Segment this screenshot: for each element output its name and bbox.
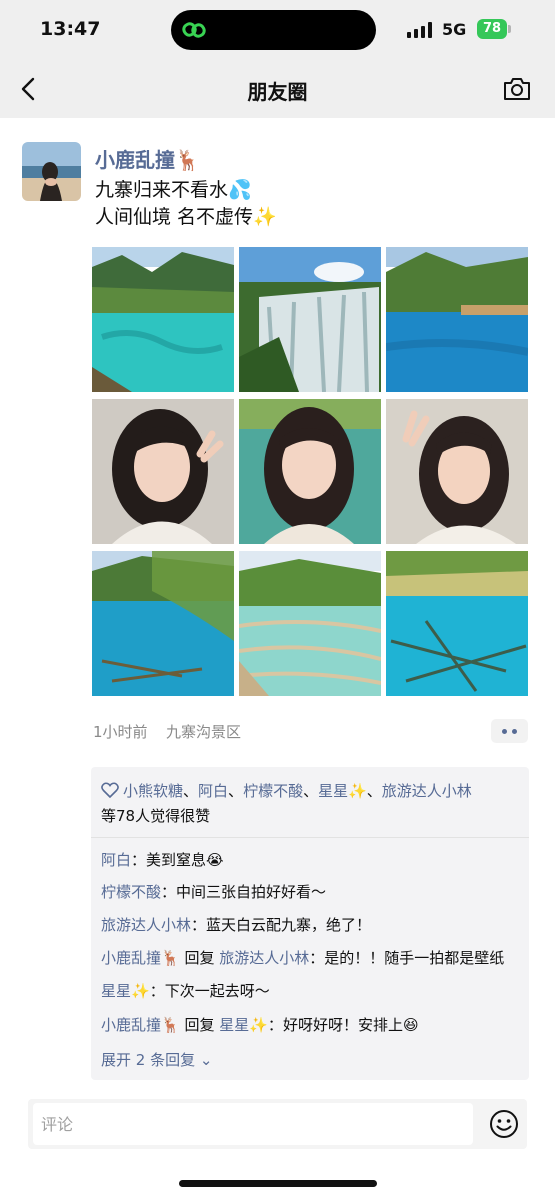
comment-text: 美到窒息😭	[146, 851, 224, 869]
comment-text: 是的！！随手一拍都是壁纸	[324, 949, 505, 967]
photo-grid	[92, 247, 528, 697]
comment[interactable]: 柠檬不酸：中间三张自拍好好看～	[101, 881, 526, 902]
comment-reply[interactable]: 小鹿乱撞🦌 回复 旅游达人小林：是的！！随手一拍都是壁纸	[101, 947, 526, 968]
comment-input[interactable]	[33, 1103, 473, 1145]
photo-lake[interactable]	[386, 551, 528, 696]
comment-sep: ：	[161, 883, 177, 901]
comment-text: 蓝天白云配九寨，绝了！	[206, 916, 372, 934]
post-time: 1小时前	[93, 723, 148, 741]
photo-selfie[interactable]	[92, 399, 234, 544]
heart-icon	[101, 782, 119, 798]
commenter-name[interactable]: 柠檬不酸	[101, 883, 161, 901]
liker-name[interactable]: 小熊软糖	[123, 782, 183, 800]
expand-replies-button[interactable]: 展开 2 条回复 ⌄	[101, 1049, 212, 1070]
like-separator: 、	[303, 782, 319, 800]
comment-reply[interactable]: 小鹿乱撞🦌 回复 星星✨：好呀好呀！安排上😆	[101, 1014, 526, 1035]
page-title: 朋友圈	[247, 80, 308, 104]
photo-lake[interactable]	[386, 247, 528, 392]
photo-lake[interactable]	[92, 247, 234, 392]
comment-text: 下次一起去呀～	[164, 982, 270, 1000]
interaction-panel: 小熊软糖、阿白、柠檬不酸、星星✨、旅游达人小林 等78人觉得很赞 阿白：美到窒息😭…	[91, 767, 529, 1080]
emoji-icon[interactable]	[488, 1108, 520, 1140]
post-line: 人间仙境 名不虚传✨	[95, 206, 277, 228]
battery-icon: 78	[477, 19, 507, 39]
reply-target-name[interactable]: 旅游达人小林	[219, 949, 309, 967]
commenter-name[interactable]: 小鹿乱撞🦌	[101, 1016, 180, 1034]
comment-sep: ：	[131, 851, 147, 869]
photo-selfie[interactable]	[239, 399, 381, 544]
network-label: 5G	[442, 20, 467, 39]
photo-lake[interactable]	[92, 551, 234, 696]
reply-word: 回复	[179, 1016, 220, 1034]
like-separator: 、	[366, 782, 382, 800]
commenter-name[interactable]: 旅游达人小林	[101, 916, 191, 934]
commenter-name[interactable]: 小鹿乱撞🦌	[101, 949, 180, 967]
reply-word: 回复	[179, 949, 220, 967]
battery-tip	[508, 25, 511, 33]
camera-icon[interactable]	[502, 75, 532, 103]
status-time: 13:47	[40, 18, 101, 40]
comment[interactable]: 星星✨：下次一起去呀～	[101, 980, 526, 1001]
comment[interactable]: 旅游达人小林：蓝天白云配九寨，绝了！	[101, 914, 526, 935]
home-indicator	[179, 1180, 377, 1187]
comment-sep: ：	[149, 982, 165, 1000]
comment[interactable]: 阿白：美到窒息😭	[101, 849, 526, 870]
liker-name[interactable]: 柠檬不酸	[243, 782, 303, 800]
signal-icon	[407, 22, 432, 38]
reply-target-name[interactable]: 星星✨	[219, 1016, 268, 1034]
avatar[interactable]	[22, 142, 81, 201]
photo-terraces[interactable]	[239, 551, 381, 696]
comment-bar	[28, 1099, 527, 1149]
dynamic-island	[171, 10, 376, 50]
liker-name[interactable]: 阿白	[198, 782, 228, 800]
post-text: 九寨归来不看水💦 人间仙境 名不虚传✨	[95, 177, 277, 231]
link-icon	[182, 22, 206, 38]
post-location[interactable]: 九寨沟景区	[166, 721, 241, 742]
photo-selfie[interactable]	[386, 399, 528, 544]
nav-bar: 朋友圈	[0, 60, 555, 118]
comment-text: 好呀好呀！安排上😆	[282, 1016, 419, 1034]
comment-sep: ：	[191, 916, 207, 934]
likes-list: 小熊软糖、阿白、柠檬不酸、星星✨、旅游达人小林 等78人觉得很赞	[101, 779, 521, 829]
commenter-name[interactable]: 星星✨	[101, 982, 150, 1000]
post-line: 九寨归来不看水💦	[95, 179, 252, 201]
post-author[interactable]: 小鹿乱撞🦌	[95, 144, 200, 173]
liker-name[interactable]: 星星✨	[318, 782, 367, 800]
commenter-name[interactable]: 阿白	[101, 851, 131, 869]
comment-text: 中间三张自拍好好看～	[176, 883, 327, 901]
liker-name[interactable]: 旅游达人小林	[382, 782, 472, 800]
likes-count: 等78人觉得很赞	[101, 807, 211, 825]
divider	[91, 837, 529, 838]
like-separator: 、	[183, 782, 199, 800]
comment-sep: ：	[267, 1016, 283, 1034]
status-bar: 13:47 5G 78	[0, 0, 555, 60]
like-separator: 、	[228, 782, 244, 800]
photo-waterfall[interactable]	[239, 247, 381, 392]
more-actions-button[interactable]	[491, 719, 528, 743]
comment-sep: ：	[309, 949, 325, 967]
